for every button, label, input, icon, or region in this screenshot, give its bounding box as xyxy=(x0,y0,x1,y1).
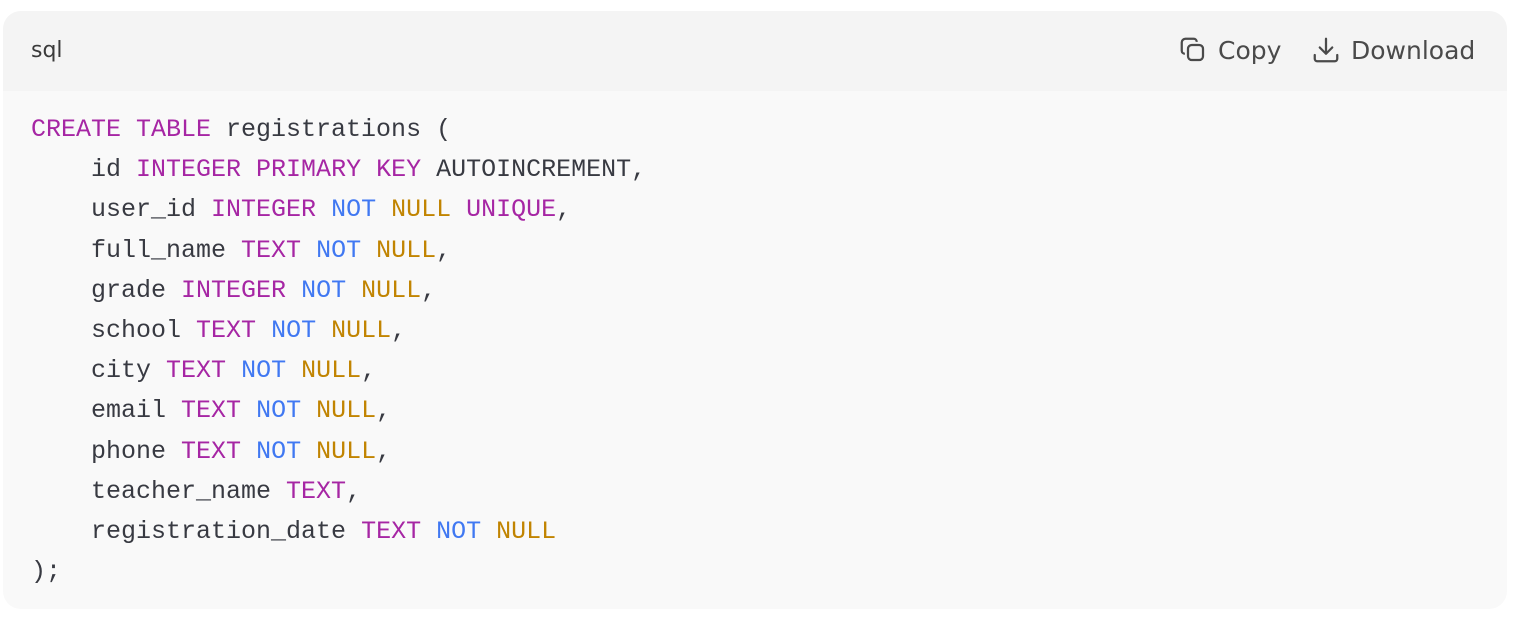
code-line: school TEXT NOT NULL, xyxy=(31,311,646,351)
code-token: id xyxy=(31,155,137,185)
code-token: phone xyxy=(31,436,182,466)
download-label: Download xyxy=(1351,35,1476,65)
code-token: NULL xyxy=(331,316,392,346)
code-token: UNIQUE xyxy=(466,195,557,225)
code-token: email xyxy=(31,396,182,426)
code-token: city xyxy=(31,356,167,386)
code-token: NOT xyxy=(436,517,482,547)
code-token: full_name xyxy=(31,235,242,265)
code-token: NOT xyxy=(241,356,287,386)
copy-icon xyxy=(1180,37,1205,62)
code-line: grade INTEGER NOT NULL, xyxy=(31,271,646,311)
code-token: , xyxy=(346,476,362,506)
code-token: NOT xyxy=(271,316,317,346)
code-token: INTEGER xyxy=(211,195,317,225)
code-line: city TEXT NOT NULL, xyxy=(31,351,646,391)
code-token: , xyxy=(421,275,437,305)
code-token: registrations ( xyxy=(211,115,452,144)
download-button[interactable]: Download xyxy=(1311,35,1475,65)
code-block-header: sql Copy Download xyxy=(3,11,1507,91)
code-token: TEXT xyxy=(166,356,227,386)
language-label: sql xyxy=(31,38,63,63)
code-line: full_name TEXT NOT NULL, xyxy=(31,231,646,271)
code-block: sql Copy Download CREATE TABLE registrat… xyxy=(3,11,1507,609)
code-line: email TEXT NOT NULL, xyxy=(31,391,646,431)
code-token: , xyxy=(376,396,392,426)
code-token: TEXT xyxy=(286,476,347,506)
code-token: teacher_name xyxy=(31,476,287,506)
copy-label: Copy xyxy=(1218,35,1282,65)
code-token: INTEGER PRIMARY KEY xyxy=(136,155,422,185)
code-token: NOT xyxy=(301,275,347,305)
code-token: NULL xyxy=(361,275,422,305)
code-line: phone TEXT NOT NULL, xyxy=(31,432,646,472)
code-content: CREATE TABLE registrations ( id INTEGER … xyxy=(31,110,646,592)
code-line: user_id INTEGER NOT NULL UNIQUE, xyxy=(31,190,646,230)
code-token: AUTOINCREMENT, xyxy=(421,155,647,185)
download-icon xyxy=(1313,37,1339,63)
code-token: , xyxy=(556,195,572,225)
code-token: ); xyxy=(31,557,62,587)
code-token: NOT xyxy=(256,436,302,466)
code-token: NOT xyxy=(331,195,377,225)
code-token: registration_date xyxy=(31,517,362,547)
code-line: id INTEGER PRIMARY KEY AUTOINCREMENT, xyxy=(31,150,646,190)
code-token: CREATE TABLE xyxy=(31,115,212,144)
code-token: NULL xyxy=(376,235,437,265)
code-token: TEXT xyxy=(361,517,422,547)
code-token: NULL xyxy=(316,396,377,426)
code-line: ); xyxy=(31,552,646,592)
code-line: CREATE TABLE registrations ( xyxy=(31,110,646,150)
code-token: NOT xyxy=(256,396,302,426)
code-token: NULL xyxy=(316,436,377,466)
code-line: teacher_name TEXT, xyxy=(31,472,646,512)
code-token: NOT xyxy=(316,235,362,265)
code-token: NULL xyxy=(496,517,557,547)
code-token: user_id xyxy=(31,195,212,225)
code-line: registration_date TEXT NOT NULL xyxy=(31,512,646,552)
code-token: TEXT xyxy=(241,235,302,265)
code-token: TEXT xyxy=(181,436,242,466)
code-token: , xyxy=(436,235,452,265)
code-token: TEXT xyxy=(196,316,257,346)
code-token: , xyxy=(391,316,407,346)
code-token: school xyxy=(31,316,197,346)
copy-button[interactable]: Copy xyxy=(1178,35,1281,65)
code-token: , xyxy=(361,356,377,386)
code-token: NULL xyxy=(391,195,452,225)
code-token: NULL xyxy=(301,356,362,386)
code-token: grade xyxy=(31,275,182,305)
code-token: INTEGER xyxy=(181,275,287,305)
code-token: , xyxy=(376,436,392,466)
code-token: TEXT xyxy=(181,396,242,426)
